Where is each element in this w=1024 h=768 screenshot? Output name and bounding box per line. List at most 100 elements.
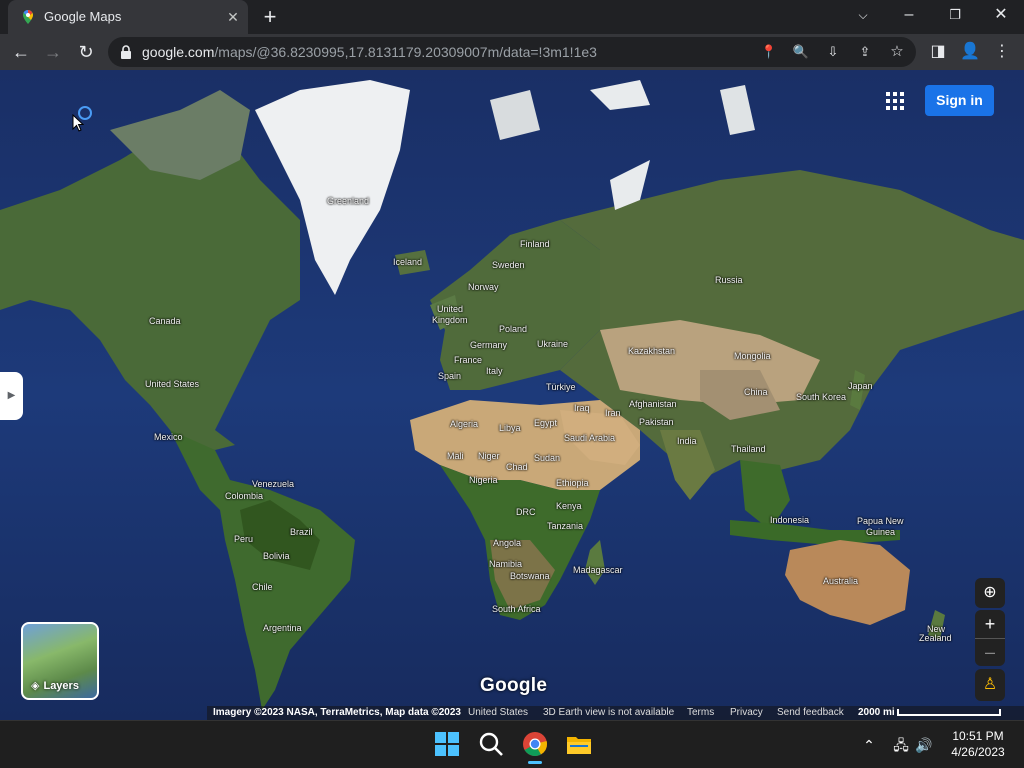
label-ethiopia: Ethiopia (556, 478, 589, 488)
label-france: France (454, 355, 483, 365)
label-thailand: Thailand (731, 444, 766, 454)
region-link[interactable]: United States (468, 707, 528, 718)
file-explorer-folder-icon[interactable] (564, 729, 594, 759)
satellite-world-map (0, 70, 1024, 720)
windows-start-icon[interactable] (432, 729, 462, 759)
label-nigeria: Nigeria (469, 475, 498, 485)
location-pin-icon[interactable]: 📍 (760, 43, 778, 61)
google-logo: Google (480, 675, 548, 696)
search-icon[interactable] (476, 729, 506, 759)
label-colombia: Colombia (225, 491, 264, 501)
label-madagascar: Madagascar (573, 565, 623, 575)
new-tab-plus-icon[interactable]: + (258, 6, 282, 30)
label-sudan: Sudan (534, 453, 561, 463)
label-united-kingdom-1: United (437, 304, 464, 314)
map-canvas[interactable]: Greenland Iceland Finland Sweden Norway … (0, 70, 1024, 720)
profile-avatar-icon[interactable]: 👤 (958, 40, 982, 64)
label-mongolia: Mongolia (734, 351, 771, 361)
bookmark-star-icon[interactable]: ☆ (888, 43, 906, 61)
layers-stack-icon: ◈ (31, 680, 40, 692)
map-footer: Imagery ©2023 NASA, TerraMetrics, Map da… (207, 706, 1024, 720)
street-view-pegman-icon[interactable]: ♙ (975, 669, 1005, 701)
send-feedback-link[interactable]: Send feedback (777, 707, 844, 718)
terms-link[interactable]: Terms (687, 707, 714, 718)
url-path: /maps/@36.8230995,17.8131179.20309007m/d… (214, 44, 597, 60)
minimize-icon[interactable]: – (886, 0, 932, 34)
label-ukraine: Ukraine (537, 339, 569, 349)
label-turkiye: Türkiye (546, 382, 576, 392)
label-iraq: Iraq (574, 403, 590, 413)
label-mexico: Mexico (154, 432, 183, 442)
label-namibia: Namibia (489, 559, 523, 569)
label-libya: Libya (499, 423, 521, 433)
back-arrow-icon[interactable]: ← (9, 40, 33, 64)
share-icon[interactable]: ⇪ (856, 43, 874, 61)
label-canada: Canada (149, 316, 181, 326)
label-australia: Australia (823, 576, 859, 586)
show-hidden-icons-chevron-up-icon[interactable]: ⌃ (859, 735, 879, 755)
label-russia: Russia (715, 275, 743, 285)
restore-icon[interactable]: ❐ (932, 0, 978, 34)
layers-label: ◈ Layers (31, 679, 79, 692)
system-clock[interactable]: 10:51 PM 4/26/2023 (938, 728, 1018, 760)
label-south-korea: South Korea (796, 392, 847, 402)
label-china: China (744, 387, 768, 397)
chrome-menu-icon[interactable]: ⋮ (990, 40, 1014, 64)
address-bar[interactable]: google.com/maps/@36.8230995,17.8131179.2… (108, 37, 916, 67)
label-mali: Mali (447, 451, 464, 461)
tab-title: Google Maps (44, 9, 122, 24)
reload-icon[interactable]: ↻ (74, 40, 98, 64)
label-kenya: Kenya (556, 501, 582, 511)
url-host: google.com (142, 44, 215, 60)
zoom-out-minus-icon[interactable]: – (975, 638, 1005, 666)
label-saudi-arabia: Saudi Arabia (564, 433, 616, 443)
label-drc: DRC (516, 507, 536, 517)
label-angola: Angola (493, 538, 522, 548)
label-poland: Poland (499, 324, 528, 334)
label-niger: Niger (478, 451, 500, 461)
label-botswana: Botswana (510, 571, 550, 581)
forward-arrow-icon[interactable]: → (41, 40, 65, 64)
zoom-controls: + – (975, 610, 1005, 666)
zoom-in-plus-icon[interactable]: + (975, 610, 1005, 638)
scale-label[interactable]: 2000 mi (858, 707, 895, 718)
my-location-crosshair-icon[interactable]: ⊕ (975, 578, 1005, 608)
chrome-logo-icon (523, 732, 547, 757)
tab-search-chevron-down-icon[interactable]: ⌵ (840, 0, 886, 34)
label-algeria: Algeria (450, 419, 479, 429)
label-japan: Japan (848, 381, 873, 391)
chrome-taskbar-icon[interactable] (520, 729, 550, 764)
label-greenland: Greenland (327, 196, 370, 206)
install-app-icon[interactable]: ⇩ (824, 43, 842, 61)
windows-taskbar: ⌃ 🖧 🔊 10:51 PM 4/26/2023 (0, 720, 1024, 768)
label-iran: Iran (605, 408, 621, 418)
label-south-africa: South Africa (492, 604, 541, 614)
network-icon[interactable]: 🖧 (891, 735, 911, 755)
volume-speaker-icon[interactable]: 🔊 (914, 735, 934, 755)
label-peru: Peru (234, 534, 254, 544)
privacy-link[interactable]: Privacy (730, 707, 763, 718)
label-argentina: Argentina (263, 623, 302, 633)
side-panel-icon[interactable]: ◨ (926, 40, 950, 64)
label-sweden: Sweden (492, 260, 525, 270)
clock-date: 4/26/2023 (951, 745, 1005, 759)
tab-google-maps[interactable]: Google Maps ✕ (8, 0, 248, 34)
label-indonesia: Indonesia (770, 515, 810, 525)
label-afghanistan: Afghanistan (629, 399, 677, 409)
google-apps-grid-icon[interactable] (884, 90, 906, 112)
side-panel-expand-chevron-icon[interactable]: ▶ (0, 372, 23, 420)
label-tanzania: Tanzania (547, 521, 584, 531)
zoom-search-icon[interactable]: 🔍 (792, 43, 810, 61)
label-germany: Germany (470, 340, 508, 350)
tab-close-icon[interactable]: ✕ (224, 8, 242, 26)
label-egypt: Egypt (534, 418, 558, 428)
label-spain: Spain (438, 371, 462, 381)
label-bolivia: Bolivia (263, 551, 290, 561)
label-finland: Finland (520, 239, 550, 249)
tab-strip: Google Maps ✕ + ⌵ – ❐ ✕ (0, 0, 1024, 34)
lock-icon (121, 45, 131, 59)
sign-in-button[interactable]: Sign in (925, 85, 994, 116)
layers-button[interactable]: ◈ Layers (21, 622, 99, 700)
label-italy: Italy (486, 366, 503, 376)
window-close-icon[interactable]: ✕ (978, 0, 1024, 34)
